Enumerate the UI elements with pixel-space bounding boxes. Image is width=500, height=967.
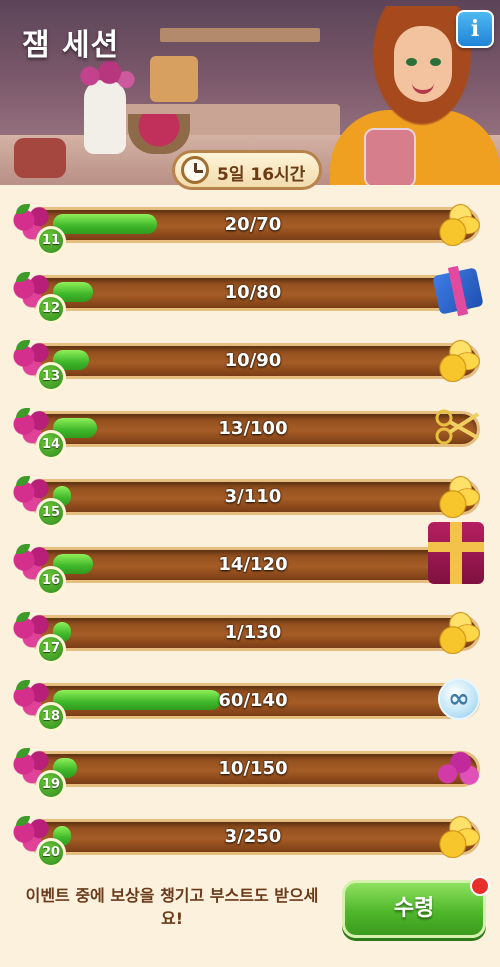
progress-track: 14/120 bbox=[26, 547, 480, 583]
progress-text: 3/110 bbox=[224, 486, 282, 507]
progress-text: 10/80 bbox=[224, 282, 282, 303]
reward-row: 3/110 15 bbox=[0, 462, 500, 530]
event-title: 잼 세션 bbox=[22, 28, 120, 63]
progress-track: 10/80 bbox=[26, 275, 480, 311]
notification-dot bbox=[470, 876, 490, 896]
progress-track: 60/140 bbox=[26, 683, 480, 719]
reward-row: 3/250 20 bbox=[0, 802, 500, 870]
level-badge: 15 bbox=[36, 498, 66, 528]
progress-track: 20/70 bbox=[26, 207, 480, 243]
level-badge: 13 bbox=[36, 362, 66, 392]
progress-text: 60/140 bbox=[218, 690, 288, 711]
scissors-shape bbox=[435, 409, 480, 445]
coins-icon[interactable] bbox=[432, 200, 484, 246]
event-timer: 5일 16시간 bbox=[172, 150, 322, 190]
character-jam-jar bbox=[364, 128, 416, 185]
timer-text: 5일 16시간 bbox=[217, 165, 306, 185]
progress-text: 10/150 bbox=[218, 758, 288, 779]
reward-row: 14/120 16 bbox=[0, 522, 500, 598]
character-eye bbox=[406, 58, 417, 66]
footer-message: 이벤트 중에 보상을 챙기고 부스트도 받으세요! bbox=[25, 886, 319, 928]
progress-track: 10/90 bbox=[26, 343, 480, 379]
clock-icon bbox=[181, 156, 209, 184]
level-badge: 20 bbox=[36, 838, 66, 868]
level-badge: 12 bbox=[36, 294, 66, 324]
info-icon[interactable]: i bbox=[456, 10, 494, 48]
progress-text: 14/120 bbox=[218, 554, 288, 575]
red-gift-icon[interactable] bbox=[428, 522, 484, 584]
level-badge: 14 bbox=[36, 430, 66, 460]
progress-text: 3/250 bbox=[224, 826, 282, 847]
progress-track: 1/130 bbox=[26, 615, 480, 651]
reward-row: 10/150 19 bbox=[0, 734, 500, 802]
coins-icon[interactable] bbox=[432, 472, 484, 518]
level-badge: 17 bbox=[36, 634, 66, 664]
claim-button[interactable]: 수령 bbox=[342, 880, 486, 938]
level-badge: 11 bbox=[36, 226, 66, 256]
blue-gift-icon[interactable] bbox=[432, 267, 484, 315]
reward-row: 1/130 17 bbox=[0, 598, 500, 666]
gems-icon[interactable] bbox=[432, 744, 484, 790]
infinity-icon[interactable]: ∞ bbox=[438, 678, 480, 720]
level-badge: 16 bbox=[36, 566, 66, 596]
coins-icon[interactable] bbox=[432, 608, 484, 654]
reward-row: 13/100 14 bbox=[0, 394, 500, 462]
kitchen-shelf bbox=[160, 28, 320, 42]
progress-track: 10/150 bbox=[26, 751, 480, 787]
reward-row: 10/90 13 bbox=[0, 326, 500, 394]
progress-text: 1/130 bbox=[224, 622, 282, 643]
reward-row: 10/80 12 bbox=[0, 258, 500, 326]
level-badge: 19 bbox=[36, 770, 66, 800]
progress-track: 3/250 bbox=[26, 819, 480, 855]
reward-row: 60/140 18 ∞ bbox=[0, 666, 500, 734]
coins-icon[interactable] bbox=[432, 812, 484, 858]
progress-text: 20/70 bbox=[224, 214, 282, 235]
level-badge: 18 bbox=[36, 702, 66, 732]
progress-text: 13/100 bbox=[218, 418, 288, 439]
progress-track: 3/110 bbox=[26, 479, 480, 515]
progress-track: 13/100 bbox=[26, 411, 480, 447]
progress-text: 10/90 bbox=[224, 350, 282, 371]
kitchen-pot bbox=[150, 56, 198, 102]
character-eye bbox=[430, 58, 441, 66]
scissors-icon[interactable] bbox=[432, 404, 484, 450]
jam-jar bbox=[14, 138, 66, 178]
coins-icon[interactable] bbox=[432, 336, 484, 382]
reward-row: 20/70 11 bbox=[0, 190, 500, 258]
